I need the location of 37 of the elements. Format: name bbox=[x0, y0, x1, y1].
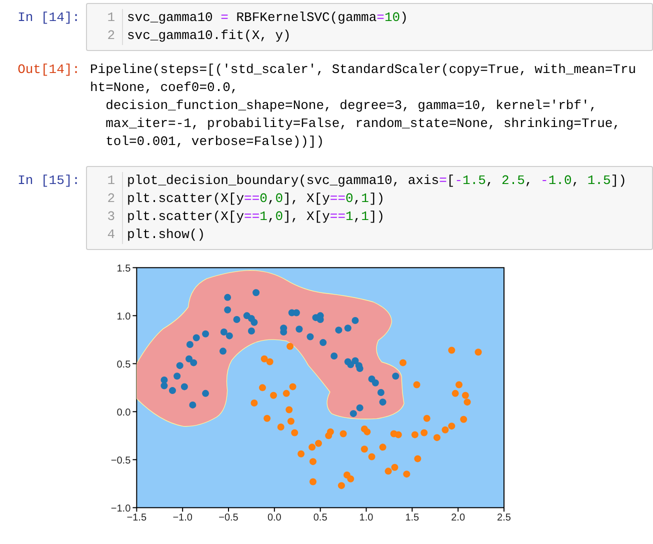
x-tick-label: 2.0 bbox=[451, 512, 466, 524]
line-number: 4 bbox=[106, 226, 115, 244]
y-tick-label: 0.0 bbox=[116, 407, 131, 418]
code-line: plt.scatter(X[y==0,0], X[y==0,1]) bbox=[127, 190, 386, 208]
code-line: plt.scatter(X[y==1,0], X[y==1,1]) bbox=[127, 208, 386, 226]
x-tick-label: 0.0 bbox=[267, 512, 282, 524]
output-line: decision_function_shape=None, degree=3, gamma=10, kernel='rbf', bbox=[104, 97, 598, 115]
output-line: tol=0.001, verbose=False))]) bbox=[104, 133, 326, 151]
y-tick-label: 0.5 bbox=[116, 359, 131, 370]
y-tick-label: 1.0 bbox=[116, 311, 131, 322]
y-tick-label: −1.0 bbox=[110, 503, 131, 514]
x-tick-label: −0.5 bbox=[218, 512, 238, 524]
code-line: svc_gamma10 = RBFKernelSVC(gamma=10) bbox=[127, 9, 408, 27]
cell-prompt: In [15]: bbox=[16, 172, 81, 190]
x-tick-label: 1.5 bbox=[405, 512, 420, 524]
line-number: 3 bbox=[106, 208, 115, 226]
line-number: 2 bbox=[106, 190, 115, 208]
x-tick-label: 0.5 bbox=[313, 512, 328, 524]
code-line: plt.show() bbox=[127, 226, 206, 244]
x-tick-label: −1.0 bbox=[172, 512, 192, 524]
y-tick-label: −0.5 bbox=[110, 455, 131, 466]
line-number: 1 bbox=[106, 172, 115, 190]
cell-prompt: In [14]: bbox=[16, 9, 81, 27]
code-line: plot_decision_boundary(svc_gamma10, axis=[-1.5, 2.5, -1.0, 1.5]) bbox=[127, 172, 626, 190]
code-cell[interactable]: 1 2 svc_gamma10 = RBFKernelSVC(gamma=10) svc_gamma10.fit(X, y) bbox=[86, 3, 653, 51]
output-line: ht=None, coef0=0.0, bbox=[90, 79, 240, 97]
output-line: max_iter=-1, probability=False, random_state=None, shrinking=True, bbox=[104, 115, 622, 133]
line-number: 2 bbox=[106, 27, 115, 45]
code-line: svc_gamma10.fit(X, y) bbox=[127, 27, 292, 45]
x-tick-label: 1.0 bbox=[359, 512, 374, 524]
cell-prompt: Out[14]: bbox=[16, 61, 81, 79]
line-number: 1 bbox=[106, 9, 115, 27]
output-line: Pipeline(steps=[('std_scaler', StandardScaler(copy=True, with_mean=Tru bbox=[90, 61, 638, 79]
y-tick-label: 1.5 bbox=[116, 263, 131, 274]
x-tick-label: −1.5 bbox=[126, 512, 147, 524]
x-tick-label: 2.5 bbox=[497, 512, 511, 524]
code-cell[interactable]: 1 2 3 4 plot_decision_boundary(svc_gamma10, axis=[-1.5, 2.5, -1.0, 1.5]) plt.scatter(X[y==0,0], X[y==0,1]) plt.scatter(X[y==1,0], X[y==1,1]) plt.show() bbox=[86, 166, 653, 250]
